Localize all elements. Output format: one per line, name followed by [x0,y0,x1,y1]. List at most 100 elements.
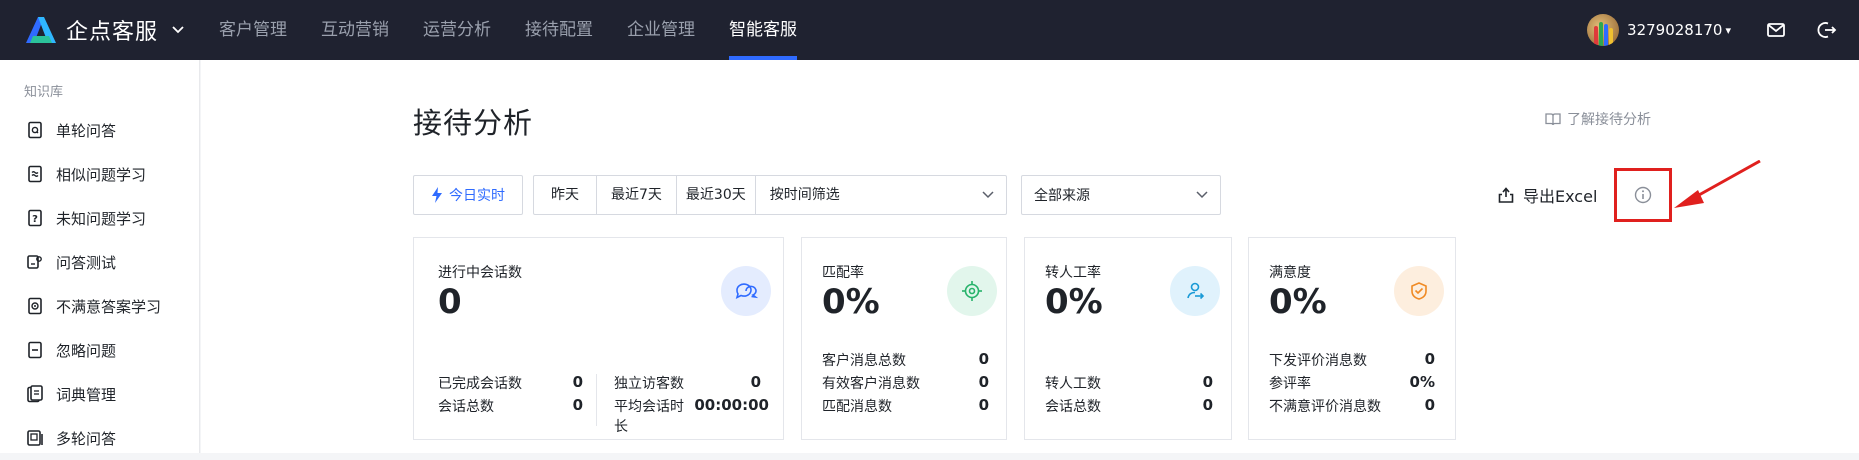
card-value: 0 [438,282,462,322]
date-range-segment: 昨天 最近7天 最近30天 按时间筛选 [533,175,1007,215]
sidebar-section-title: 知识库 [24,85,64,100]
dissatisfied-doc-icon [28,297,42,315]
stat-row: 独立访客数 0 [614,373,761,393]
stat-value: 0 [978,373,989,391]
stat-value: 0 [1424,350,1435,368]
stat-value: 0% [1409,373,1435,391]
nav-smart-service[interactable]: 智能客服 [712,0,814,60]
sidebar-item-label: 忽略问题 [56,341,117,360]
nav-enterprise-management[interactable]: 企业管理 [610,0,712,60]
stat-value: 0 [1424,396,1435,414]
stat-value: 0 [1202,396,1213,414]
card-active-sessions: 进行中会话数 0 已完成会话数 0 会话总数 0 独立访客数 0 平均会话时长 … [413,237,784,440]
stat-row: 不满意评价消息数 0 [1269,396,1435,416]
nav-reception-config[interactable]: 接待配置 [508,0,610,60]
brand-name: 企点客服 [66,20,159,45]
sidebar-item-ignored-questions[interactable]: 忽略问题 [0,328,199,372]
qa-doc-icon [28,121,42,139]
badge-icon [1394,266,1444,316]
brand-switcher[interactable]: 企点客服 [22,0,184,60]
logout-icon[interactable] [1815,19,1837,41]
range-last-30-days[interactable]: 最近30天 [677,176,756,214]
stat-value: 0 [572,396,583,414]
stat-label: 转人工数 [1045,376,1101,392]
mail-icon[interactable] [1765,19,1787,41]
stat-row: 客户消息总数 0 [822,350,989,370]
user-name[interactable]: 3279028170 [1627,21,1722,39]
sidebar-item-label: 相似问题学习 [56,165,147,184]
stat-value: 0 [978,350,989,368]
main-content: 接待分析 了解接待分析 今日实时 昨天 最近7天 最近30天 按时间筛选 全部来… [201,60,1859,453]
today-realtime-button[interactable]: 今日实时 [413,175,523,215]
card-value: 0% [1269,282,1327,322]
sidebar-item-label: 多轮问答 [56,429,117,448]
question-doc-icon: ? [28,209,42,227]
stat-row: 已完成会话数 0 [438,373,583,393]
today-realtime-label: 今日实时 [449,188,505,204]
chat-bubbles-icon [721,266,771,316]
chevron-down-icon [1196,191,1208,199]
stat-label: 会话总数 [438,399,494,415]
card-title: 进行中会话数 [438,265,522,281]
export-excel-button[interactable]: 导出Excel [1497,182,1597,208]
stat-row: 下发评价消息数 0 [1269,350,1435,370]
chevron-down-icon [172,26,184,34]
help-link[interactable]: 了解接待分析 [1545,109,1651,129]
help-link-label: 了解接待分析 [1567,112,1651,128]
stat-row: 会话总数 0 [438,396,583,416]
avatar[interactable] [1587,14,1620,46]
sidebar-item-label: 词典管理 [56,385,117,404]
card-satisfaction: 满意度 0% 下发评价消息数 0 参评率 0% 不满意评价消息数 0 [1248,237,1456,440]
top-nav: 客户管理 互动营销 运营分析 接待配置 企业管理 智能客服 [202,0,814,60]
card-value: 0% [1045,282,1103,322]
stat-row: 平均会话时长 00:00:00 [614,396,769,436]
chevron-down-icon [982,191,994,199]
range-yesterday[interactable]: 昨天 [534,176,597,214]
stat-value: 0 [572,373,583,391]
sidebar-item-similar-learning[interactable]: 相似问题学习 [0,152,199,196]
stat-label: 独立访客数 [614,376,684,392]
transfer-agent-icon [1170,266,1220,316]
sidebar-item-dictionary[interactable]: 词典管理 [0,372,199,416]
date-filter-select[interactable]: 按时间筛选 [756,176,1006,214]
card-value: 0% [822,282,880,322]
range-last-7-days[interactable]: 最近7天 [597,176,677,214]
stat-value: 00:00:00 [694,396,769,414]
sidebar-item-dissatisfied-learning[interactable]: 不满意答案学习 [0,284,199,328]
top-right-area: 3279028170 ▾ [1587,0,1859,60]
export-excel-label: 导出Excel [1523,187,1598,206]
lightning-icon [432,187,442,203]
nav-interactive-marketing[interactable]: 互动营销 [304,0,406,60]
target-icon [947,266,997,316]
nav-operations-analysis[interactable]: 运营分析 [406,0,508,60]
info-highlight-box [1614,168,1672,222]
date-filter-label: 按时间筛选 [769,187,840,203]
dictionary-icon [27,385,43,403]
info-icon[interactable] [1634,186,1652,204]
stat-label: 客户消息总数 [822,353,906,369]
card-title: 满意度 [1269,265,1311,281]
card-divider [596,374,597,426]
source-select[interactable]: 全部来源 [1021,175,1221,215]
stat-row: 匹配消息数 0 [822,396,989,416]
top-bar: 企点客服 客户管理 互动营销 运营分析 接待配置 企业管理 智能客服 32790… [0,0,1859,60]
sidebar-item-unknown-learning[interactable]: ? 未知问题学习 [0,196,199,240]
card-transfer-rate: 转人工率 0% 转人工数 0 会话总数 0 [1024,237,1232,440]
sidebar: 知识库 单轮问答 相似问题学习 ? 未知问题学习 问答测试 不满意答案学习 忽略… [0,60,200,453]
stat-label: 已完成会话数 [438,376,522,392]
sidebar-item-multi-qa[interactable]: 多轮问答 [0,416,199,460]
ignore-doc-icon [28,341,42,359]
sidebar-item-single-qa[interactable]: 单轮问答 [0,108,199,152]
stat-label: 匹配消息数 [822,399,892,415]
svg-text:?: ? [32,214,38,225]
nav-customer-management[interactable]: 客户管理 [202,0,304,60]
stat-label: 参评率 [1269,376,1311,392]
stat-value: 0 [978,396,989,414]
user-menu-caret-icon[interactable]: ▾ [1725,24,1731,37]
sidebar-item-qa-test[interactable]: 问答测试 [0,240,199,284]
stat-label: 下发评价消息数 [1269,353,1367,369]
card-title: 匹配率 [822,265,864,281]
annotation-arrow-icon [1674,160,1761,208]
test-icon [27,255,42,269]
brand-logo-icon [26,17,56,43]
